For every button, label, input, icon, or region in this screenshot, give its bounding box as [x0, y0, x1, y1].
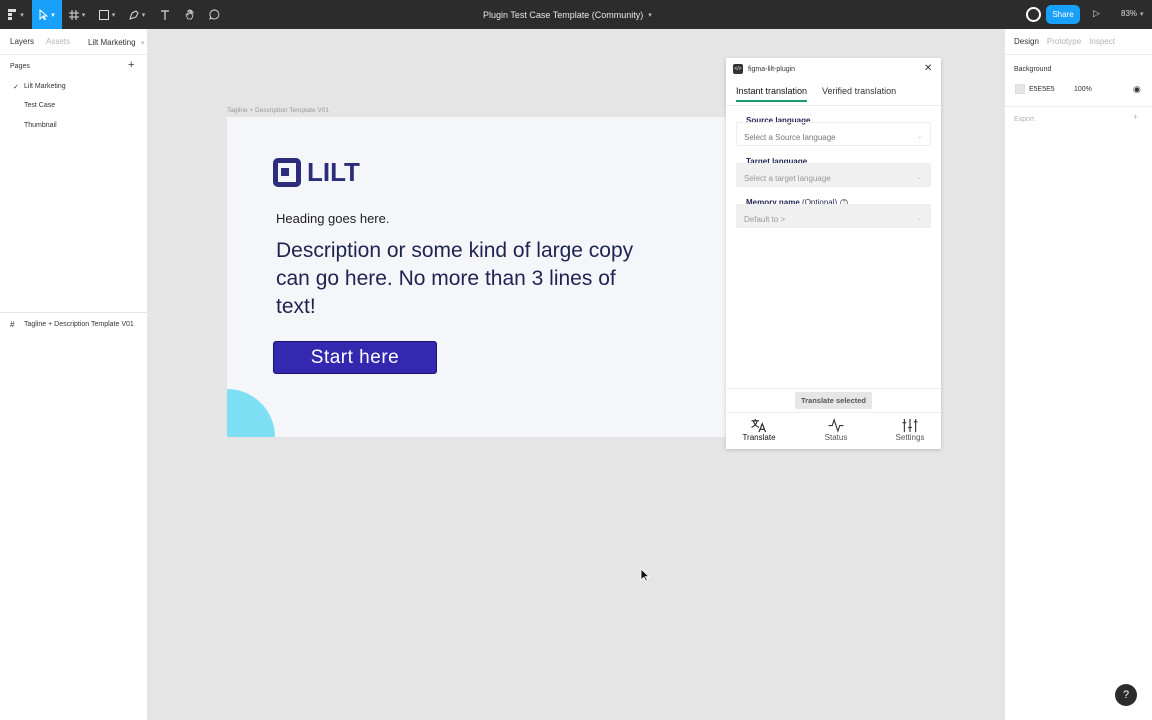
chevron-down-icon: ▾ — [140, 40, 145, 47]
start-here-button[interactable]: Start here — [273, 341, 437, 374]
tab-instant-translation[interactable]: Instant translation — [736, 86, 808, 102]
nav-translate[interactable]: Translate — [741, 418, 777, 442]
chevron-down-icon: ▾ — [648, 11, 652, 19]
page-selector-text: Lilt Marketing — [88, 38, 136, 47]
target-language-placeholder: Select a target language — [744, 174, 831, 183]
figma-menu-icon — [8, 9, 17, 20]
source-language-select[interactable]: Select a Source language ⌄ — [736, 122, 931, 146]
tab-assets[interactable]: Assets — [46, 37, 70, 46]
tab-verified-translation[interactable]: Verified translation — [822, 86, 896, 102]
multiplayer-avatar-icon[interactable] — [1026, 7, 1041, 22]
frame-name-label[interactable]: Tagline + Description Template V01 — [227, 107, 329, 114]
tab-divider — [726, 105, 941, 106]
lilt-logo-mark-icon — [273, 158, 301, 187]
sliders-icon — [902, 418, 918, 433]
background-color-swatch[interactable] — [1015, 84, 1025, 94]
add-export-icon[interactable]: + — [1133, 112, 1138, 122]
plugin-title: figma-lilt-plugin — [748, 65, 796, 73]
right-panel-tabs: Design Prototype Inspect — [1005, 29, 1152, 55]
hand-tool-button[interactable] — [178, 0, 202, 29]
background-label: Background — [1014, 66, 1052, 73]
text-tool-button[interactable] — [152, 0, 178, 29]
plugin-bottom-nav: Translate Status Settings — [726, 412, 941, 449]
translate-selected-button[interactable]: Translate selected — [794, 392, 873, 409]
document-title[interactable]: Plugin Test Case Template (Community) ▾ — [483, 0, 652, 29]
document-title-text: Plugin Test Case Template (Community) — [483, 9, 644, 20]
tab-layers[interactable]: Layers — [10, 37, 34, 46]
page-item-test-case[interactable]: Test Case — [24, 102, 55, 109]
translate-action-bar: Translate selected — [726, 388, 941, 412]
text-icon — [161, 9, 169, 20]
page-selector[interactable]: Lilt Marketing ▾ — [88, 38, 144, 47]
pen-tool-button[interactable]: ▾ — [122, 0, 152, 29]
pages-header: Pages — [10, 63, 30, 70]
activity-icon — [828, 418, 844, 433]
nav-settings[interactable]: Settings — [892, 418, 928, 442]
add-page-icon[interactable]: + — [128, 59, 134, 71]
comment-icon — [208, 9, 219, 20]
panel-divider — [0, 312, 148, 313]
canvas-frame[interactable]: LILT Heading goes here. Description or s… — [227, 117, 727, 437]
rectangle-icon — [98, 9, 109, 20]
frame-description: Description or some kind of large copy c… — [276, 239, 634, 318]
share-button[interactable]: Share — [1046, 5, 1080, 24]
background-hex-input[interactable]: E5E5E5 — [1029, 86, 1055, 93]
shape-tool-button[interactable]: ▾ — [92, 0, 122, 29]
nav-translate-label: Translate — [742, 433, 776, 442]
main-menu-button[interactable]: ▾ — [0, 0, 32, 29]
page-item-thumbnail[interactable]: Thumbnail — [24, 122, 57, 129]
frame-icon: # — [10, 320, 15, 329]
comment-tool-button[interactable] — [202, 0, 226, 29]
chevron-down-icon: ⌄ — [916, 134, 922, 140]
background-opacity-input[interactable]: 100% — [1074, 86, 1092, 93]
pointer-icon — [39, 9, 49, 20]
decorative-quarter-circle — [227, 389, 275, 437]
layer-item-frame[interactable]: Tagline + Description Template V01 — [24, 321, 134, 328]
export-label: Export — [1014, 116, 1035, 123]
eye-icon[interactable]: ◉ — [1133, 84, 1141, 95]
page-item-lilt-marketing[interactable]: Lilt Marketing — [24, 83, 66, 90]
frame-heading: Heading goes here. — [276, 211, 390, 226]
chevron-down-icon: ⌄ — [916, 216, 922, 222]
tab-prototype[interactable]: Prototype — [1047, 37, 1081, 46]
zoom-level-text: 83% — [1121, 9, 1138, 18]
design-panel: Design Prototype Inspect Background E5E5… — [1004, 29, 1152, 720]
memory-name-select[interactable]: Default to > ⌄ — [736, 204, 931, 228]
help-button[interactable]: ? — [1115, 684, 1137, 706]
plugin-header: </> figma-lilt-plugin — [726, 58, 941, 80]
present-play-icon[interactable]: ▷ — [1093, 8, 1100, 19]
plugin-tabs: Instant translation Verified translation — [736, 86, 911, 102]
nav-settings-label: Settings — [895, 433, 925, 442]
memory-name-placeholder: Default to > — [744, 215, 786, 224]
lilt-logo: LILT — [273, 157, 360, 188]
tab-design[interactable]: Design — [1014, 37, 1039, 46]
zoom-level[interactable]: 83% ▾ — [1121, 9, 1144, 18]
frame-tool-button[interactable]: ▾ — [62, 0, 92, 29]
top-toolbar: ▾ ▾ ▾ ▾ ▾ Plugin Test Case Template (Com… — [0, 0, 1152, 29]
target-language-select[interactable]: Select a target language ⌄ — [736, 163, 931, 187]
chevron-down-icon: ⌄ — [916, 175, 922, 181]
pen-icon — [128, 9, 139, 20]
close-icon[interactable]: ✕ — [924, 63, 932, 74]
panel-divider — [1005, 106, 1152, 107]
logo-text: LILT — [307, 157, 360, 187]
source-language-placeholder: Select a Source language — [744, 133, 836, 142]
mouse-cursor-icon — [640, 568, 650, 582]
nav-status-label: Status — [824, 433, 848, 442]
move-tool-button[interactable]: ▾ — [32, 0, 62, 29]
checkmark-icon: ✓ — [13, 84, 19, 91]
plugin-window: </> figma-lilt-plugin ✕ Instant translat… — [726, 58, 941, 449]
layers-panel: Layers Assets Lilt Marketing ▾ Pages + ✓… — [0, 29, 148, 720]
frame-icon — [68, 9, 79, 20]
plugin-icon: </> — [733, 64, 743, 74]
translate-icon — [751, 418, 767, 433]
tab-inspect[interactable]: Inspect — [1089, 37, 1115, 46]
hand-icon — [185, 9, 193, 20]
nav-status[interactable]: Status — [818, 418, 854, 442]
